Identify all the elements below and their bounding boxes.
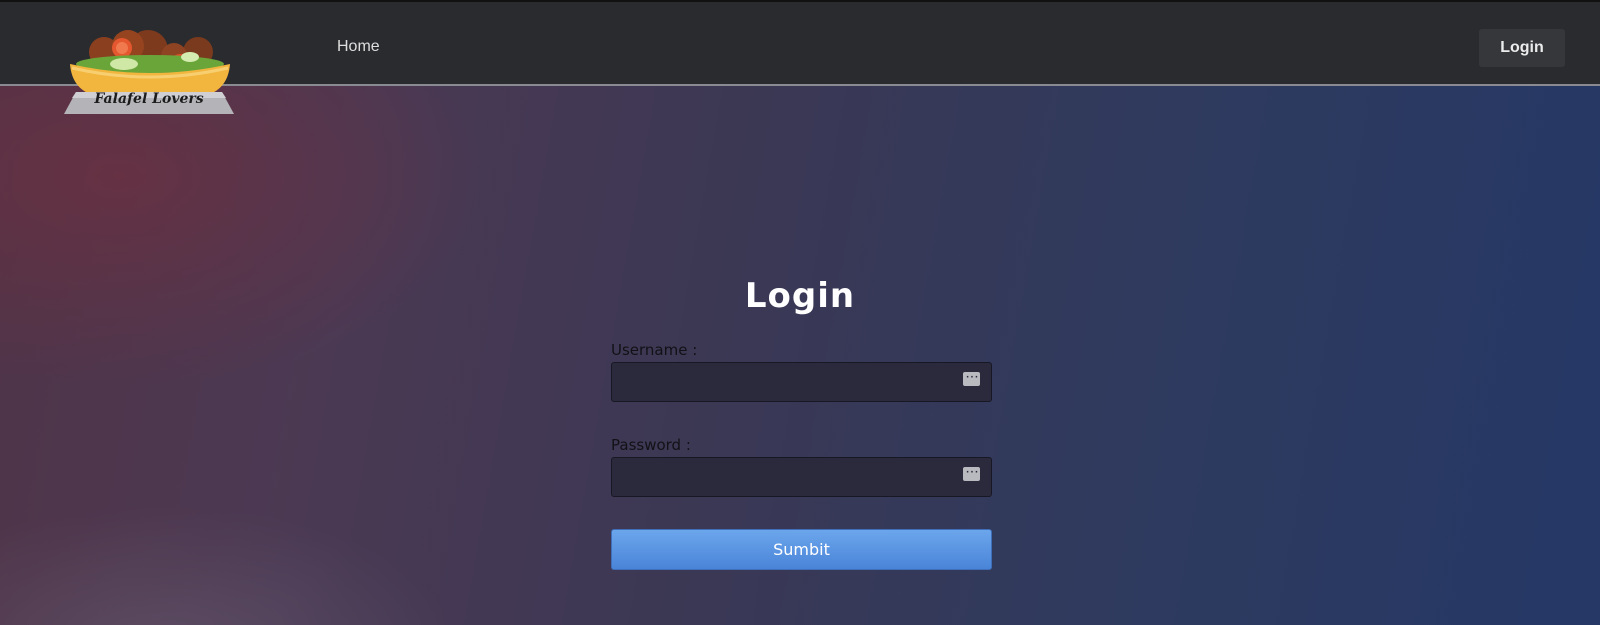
- username-input[interactable]: [611, 362, 992, 402]
- password-manager-icon[interactable]: ···: [963, 372, 980, 386]
- password-label: Password :: [611, 436, 691, 454]
- username-label: Username :: [611, 341, 698, 359]
- password-input[interactable]: [611, 457, 992, 497]
- submit-button[interactable]: Sumbit: [611, 529, 992, 570]
- page: Home Login Falafel Lovers Login Username…: [0, 0, 1600, 625]
- nav-login-button[interactable]: Login: [1479, 29, 1565, 67]
- navbar: Home Login: [0, 0, 1600, 86]
- logo-text: Falafel Lovers: [94, 91, 204, 107]
- page-title: Login: [744, 276, 856, 316]
- password-manager-icon[interactable]: ···: [963, 467, 980, 481]
- nav-home-link[interactable]: Home: [337, 38, 380, 56]
